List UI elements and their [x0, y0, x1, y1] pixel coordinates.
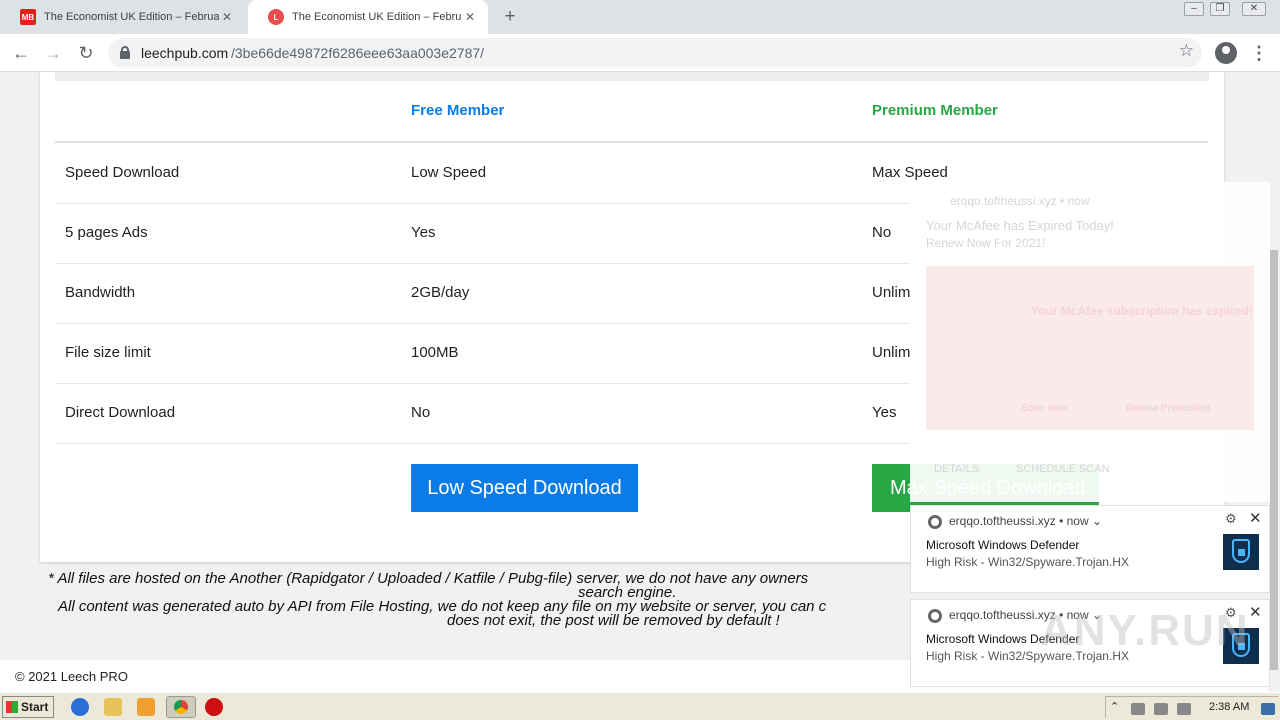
volume-icon[interactable]: [1131, 703, 1145, 715]
tab-title: The Economist UK Edition – February: [292, 11, 462, 23]
bookmark-star-icon[interactable]: ☆: [1179, 41, 1194, 61]
folder-icon[interactable]: [104, 698, 122, 716]
gear-icon[interactable]: ⚙: [1225, 511, 1237, 527]
tab-economist-1[interactable]: MB The Economist UK Edition – February ✕: [0, 0, 245, 34]
close-window-button[interactable]: ✕: [1242, 2, 1266, 16]
browser-toolbar: ← → ↻ leechpub.com /3be66de49872f6286eee…: [0, 34, 1280, 72]
row-feature: Bandwidth: [65, 284, 136, 301]
chrome-icon: [928, 609, 942, 623]
url-path: /3be66de49872f6286eee63aa003e2787/: [231, 45, 485, 61]
close-icon[interactable]: ✕: [1249, 509, 1262, 527]
ghost-title: Your McAfee has Expired Today!: [926, 218, 1114, 233]
leech-favicon-icon: L: [268, 9, 284, 25]
close-icon[interactable]: ✕: [1249, 603, 1262, 621]
profile-avatar-icon[interactable]: [1215, 42, 1237, 64]
start-button[interactable]: Start: [2, 696, 54, 718]
copyright-text: © 2021 Leech PRO: [15, 669, 128, 684]
menu-kebab-icon[interactable]: ⋮: [1250, 42, 1268, 64]
back-arrow-icon[interactable]: ←: [9, 41, 33, 65]
tab-economist-2[interactable]: L The Economist UK Edition – February ✕: [248, 0, 488, 34]
ghost-schedule-action: SCHEDULE SCAN: [1016, 463, 1110, 475]
network-icon[interactable]: [1154, 703, 1168, 715]
chrome-icon: [174, 700, 188, 714]
system-tray: ⌃ 2:38 AM: [1105, 696, 1278, 718]
premium-member-header: Premium Member: [872, 102, 998, 119]
ie-icon[interactable]: [71, 698, 89, 716]
start-label: Start: [21, 700, 49, 714]
windows-taskbar: Start ⌃ 2:38 AM: [0, 692, 1280, 720]
row-free-value: Yes: [411, 224, 436, 241]
row-free-value: No: [411, 404, 431, 421]
ghost-scan-button: Scan now: [1021, 403, 1068, 414]
new-tab-button[interactable]: +: [500, 6, 520, 28]
media-player-icon[interactable]: [137, 698, 155, 716]
ghost-renew-button: Renew Protection: [1126, 403, 1211, 414]
forward-arrow-icon[interactable]: →: [41, 41, 65, 65]
mb-favicon-icon: MB: [20, 9, 36, 25]
row-feature: Speed Download: [65, 164, 180, 181]
row-premium-value: No: [872, 224, 892, 241]
lock-icon: [120, 46, 130, 59]
tab-close-icon[interactable]: ✕: [462, 10, 478, 24]
chrome-notification[interactable]: erqqo.toftheussi.xyz • now ⌄ ⚙ ✕ Microso…: [910, 505, 1270, 593]
notification-message: High Risk - Win32/Spyware.Trojan.HX: [926, 555, 1129, 569]
row-feature: Direct Download: [65, 404, 176, 421]
show-desktop-icon[interactable]: [1261, 703, 1275, 715]
mcafee-notification-fading: erqqo.toftheussi.xyz • now Your McAfee h…: [910, 182, 1270, 502]
notification-title: Microsoft Windows Defender: [926, 538, 1080, 552]
ghost-origin: erqqo.toftheussi.xyz • now: [950, 194, 1090, 208]
hosting-note: * All files are hosted on the Another (R…: [48, 570, 809, 587]
row-feature: File size limit: [65, 344, 151, 361]
chrome-taskbar-button[interactable]: [166, 696, 196, 718]
mcafee-ad-image: Your McAfee subscription has expired! Sc…: [926, 266, 1254, 430]
header-divider: [55, 141, 1208, 143]
opera-icon[interactable]: [205, 698, 223, 716]
flag-icon[interactable]: [1177, 703, 1191, 715]
tab-close-icon[interactable]: ✕: [219, 10, 235, 24]
notification-origin: erqqo.toftheussi.xyz • now ⌄: [949, 514, 1103, 528]
low-speed-download-button[interactable]: Low Speed Download: [411, 464, 638, 512]
ghost-image-title: Your McAfee subscription has expired!: [1031, 304, 1253, 318]
row-premium-value: Unlim: [872, 284, 911, 301]
clock: 2:38 AM: [1209, 701, 1250, 713]
defender-shield-icon: [1223, 534, 1259, 570]
row-free-value: Low Speed: [411, 164, 487, 181]
row-premium-value: Yes: [872, 404, 897, 421]
tray-expand-icon[interactable]: ⌃: [1110, 700, 1119, 713]
address-bar[interactable]: leechpub.com /3be66de49872f6286eee63aa00…: [108, 38, 1202, 68]
card-top-bar: [55, 72, 1209, 81]
chrome-icon: [928, 515, 942, 529]
scrollbar-thumb[interactable]: [1270, 250, 1278, 670]
row-feature: 5 pages Ads: [65, 224, 148, 241]
row-premium-value: Max Speed: [872, 164, 948, 181]
anyrun-watermark: ANY.RUN: [1040, 606, 1250, 655]
tab-title: The Economist UK Edition – February: [44, 11, 219, 23]
free-member-header: Free Member: [411, 102, 505, 119]
ghost-message: Renew Now For 2021!: [926, 236, 1046, 250]
reload-icon[interactable]: ↻: [74, 41, 98, 65]
tab-strip: MB The Economist UK Edition – February ✕…: [0, 0, 1280, 34]
row-free-value: 100MB: [411, 344, 459, 361]
row-free-value: 2GB/day: [411, 284, 470, 301]
ghost-details-action: DETAILS: [934, 463, 980, 475]
url-host: leechpub.com: [141, 45, 229, 61]
windows-logo-icon: [6, 701, 18, 713]
minimize-button[interactable]: –: [1184, 2, 1204, 16]
restore-button[interactable]: ❐: [1210, 2, 1230, 16]
content-note-cont: does not exit, the post will be removed …: [447, 612, 780, 629]
row-premium-value: Unlim: [872, 344, 911, 361]
